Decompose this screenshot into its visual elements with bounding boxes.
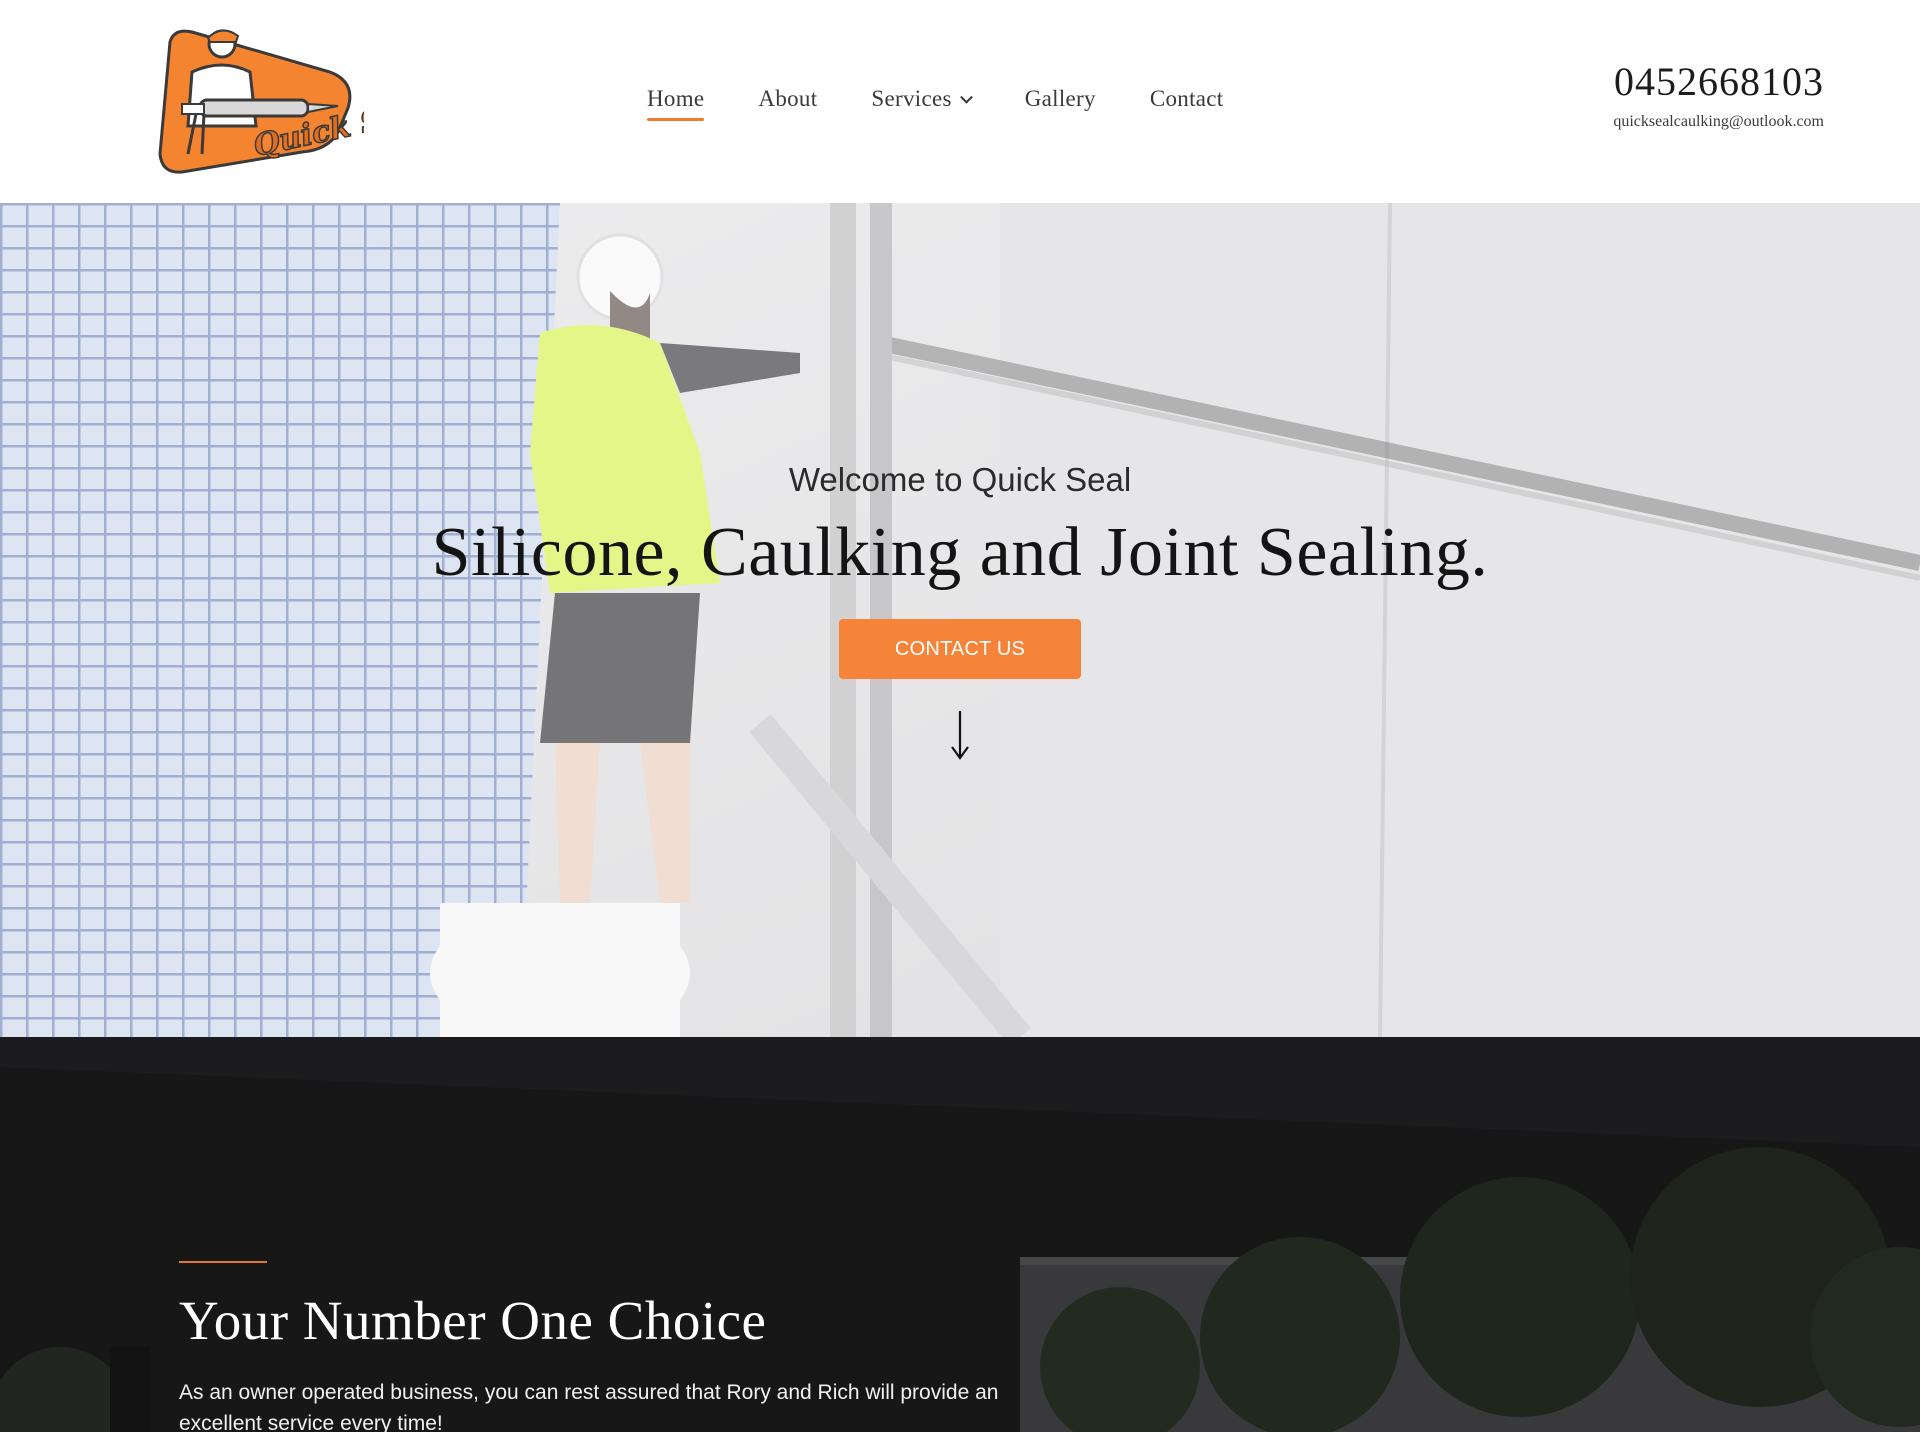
nav-services[interactable]: Services [844, 80, 997, 124]
phone-number[interactable]: 0452668103 [1613, 58, 1824, 105]
hero-headline: Silicone, Caulking and Joint Sealing. [431, 514, 1489, 591]
about-title: Your Number One Choice [179, 1290, 767, 1351]
arrow-down-icon[interactable] [950, 709, 970, 761]
section-divider-line [179, 1261, 267, 1263]
chevron-down-icon [959, 90, 973, 104]
nav-contact[interactable]: Contact [1123, 80, 1251, 124]
about-background-image [0, 1037, 1920, 1432]
main-nav: Home About Services Gallery Contact [620, 80, 1250, 124]
nav-contact-label: Contact [1149, 86, 1224, 111]
hero-section: Welcome to Quick Seal Silicone, Caulking… [0, 203, 1920, 1037]
nav-about[interactable]: About [731, 80, 844, 124]
hero-content: Welcome to Quick Seal Silicone, Caulking… [0, 461, 1920, 761]
quick-seal-logo[interactable]: Quick Seal [152, 22, 435, 184]
nav-home[interactable]: Home [620, 80, 731, 124]
header-contact: 0452668103 quicksealcaulking@outlook.com [1613, 58, 1824, 131]
about-section: Your Number One Choice As an owner opera… [0, 1037, 1920, 1432]
nav-gallery-label: Gallery [1024, 86, 1096, 111]
about-text: As an owner operated business, you can r… [179, 1381, 999, 1432]
nav-about-label: About [758, 86, 818, 111]
site-header: Quick Seal Home About Services Gallery C… [0, 0, 1920, 203]
nav-home-label: Home [647, 86, 705, 111]
nav-services-label: Services [871, 86, 952, 111]
hero-welcome-text: Welcome to Quick Seal [788, 461, 1132, 498]
contact-us-button[interactable]: CONTACT US [839, 619, 1081, 679]
email-address[interactable]: quicksealcaulking@outlook.com [1613, 113, 1824, 131]
nav-gallery[interactable]: Gallery [998, 80, 1123, 124]
